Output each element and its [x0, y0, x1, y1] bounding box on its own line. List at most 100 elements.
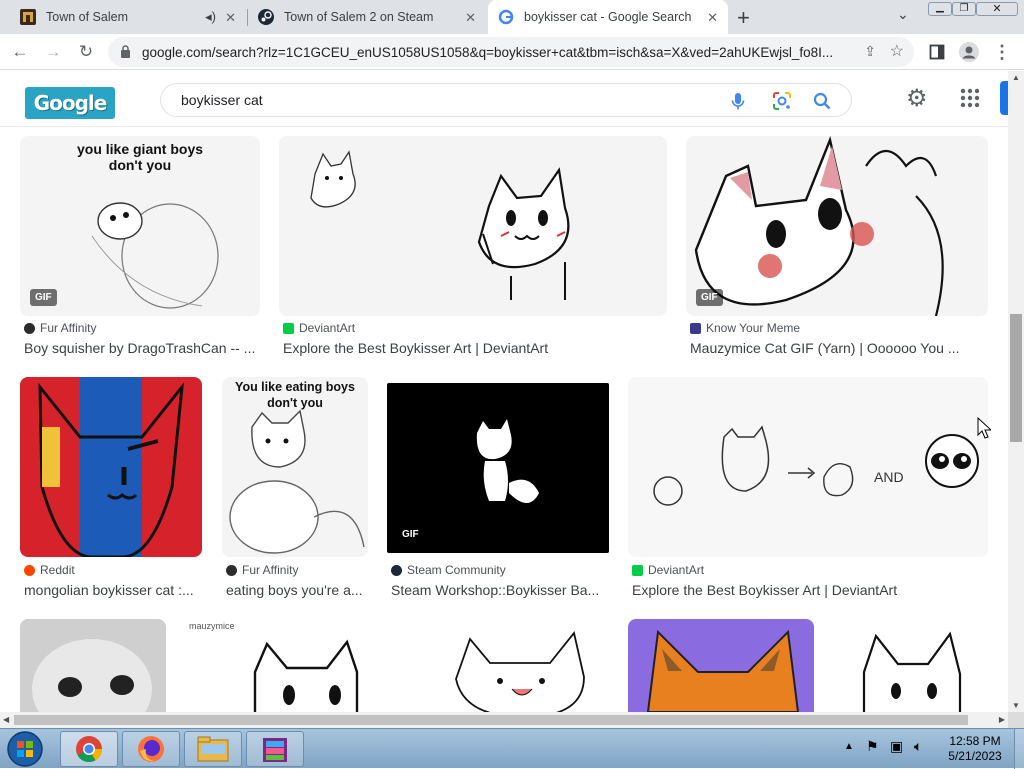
- share-icon[interactable]: ⇪: [864, 43, 876, 60]
- google-favicon: [498, 9, 514, 25]
- result-source[interactable]: Know Your Meme: [690, 321, 800, 335]
- mouse-cursor-icon: [977, 417, 991, 439]
- result-image[interactable]: GIF: [387, 383, 609, 553]
- result-image[interactable]: you like giant boys don't you GIF: [20, 136, 260, 316]
- search-icon[interactable]: [811, 90, 833, 112]
- result-image[interactable]: [834, 619, 988, 712]
- gif-badge: GIF: [30, 289, 57, 306]
- action-center-flag-icon[interactable]: ⚑: [866, 738, 879, 755]
- taskbar-chrome[interactable]: [60, 731, 118, 767]
- steam-icon: [391, 564, 402, 576]
- show-desktop-button[interactable]: [1014, 729, 1024, 769]
- tab-steam[interactable]: Town of Salem 2 on Steam ✕: [248, 0, 486, 34]
- cat-drawing: [455, 630, 585, 712]
- bookmark-star-icon[interactable]: ☆: [890, 41, 904, 61]
- volume-icon[interactable]: 🔈︎: [914, 738, 922, 755]
- scroll-up-arrow-icon[interactable]: ▲: [1012, 73, 1020, 82]
- result-source[interactable]: DeviantArt: [283, 321, 355, 335]
- new-tab-button[interactable]: +: [737, 5, 750, 31]
- taskbar-app[interactable]: [246, 731, 304, 767]
- forward-icon[interactable]: →: [42, 41, 64, 63]
- google-header: Google boykisser cat ⚙: [0, 71, 1008, 127]
- result-image[interactable]: AND: [628, 377, 988, 557]
- scroll-right-arrow-icon[interactable]: ▶: [999, 715, 1005, 724]
- windows-start-orb-icon[interactable]: [6, 730, 44, 768]
- tab-town-of-salem[interactable]: Town of Salem ◂) ✕: [10, 0, 246, 34]
- comic-drawing: [653, 425, 979, 506]
- result-title[interactable]: Steam Workshop::Boykisser Ba...: [391, 582, 607, 598]
- result-title[interactable]: Explore the Best Boykisser Art | Deviant…: [632, 582, 986, 598]
- google-lens-icon[interactable]: [771, 90, 793, 112]
- reload-icon[interactable]: ↻: [75, 41, 97, 63]
- steam-favicon: [258, 9, 274, 25]
- result-image[interactable]: [20, 619, 166, 712]
- result-source[interactable]: Reddit: [24, 563, 75, 577]
- result-source[interactable]: Steam Community: [391, 563, 506, 577]
- taskbar-firefox[interactable]: [122, 731, 180, 767]
- cat-drawing: [862, 631, 962, 712]
- scrollbar-corner: [1008, 712, 1024, 728]
- result-image[interactable]: GIF: [686, 136, 988, 316]
- browser-toolbar: ← → ↻ google.com/search?rlz=1C1GCEU_enUS…: [0, 34, 1024, 70]
- network-icon[interactable]: ▣: [890, 738, 903, 755]
- tab-google-search[interactable]: boykisser cat - Google Search ✕: [488, 0, 728, 34]
- google-doodle-logo[interactable]: Google: [25, 87, 115, 119]
- result-source[interactable]: Fur Affinity: [226, 563, 298, 577]
- url-text: google.com/search?rlz=1C1GCEU_enUS1058US…: [142, 44, 834, 60]
- result-image[interactable]: You like eating boys don't you: [222, 377, 368, 557]
- tab-strip: Town of Salem ◂) ✕ Town of Salem 2 on St…: [0, 0, 1024, 34]
- scroll-down-arrow-icon[interactable]: ▼: [1012, 701, 1020, 710]
- sign-in-button-edge[interactable]: [1000, 81, 1008, 115]
- window-close-button[interactable]: ✕: [976, 2, 1018, 16]
- clock-date: 5/21/2023: [948, 749, 1002, 763]
- close-icon[interactable]: ✕: [707, 10, 718, 26]
- plush-cat-photo: [32, 639, 152, 712]
- minimize-button[interactable]: ▁: [928, 2, 952, 16]
- taskbar-file-explorer[interactable]: [184, 731, 242, 767]
- cat-drawing: [253, 639, 359, 712]
- address-bar[interactable]: google.com/search?rlz=1C1GCEU_enUS1058US…: [108, 37, 914, 67]
- search-input[interactable]: boykisser cat: [160, 83, 852, 117]
- horizontal-scroll-thumb[interactable]: [14, 715, 968, 725]
- image-caption: mauzymice: [189, 621, 235, 631]
- tab-title: Town of Salem 2 on Steam: [284, 10, 434, 24]
- speaker-icon[interactable]: ◂): [205, 9, 216, 25]
- result-title[interactable]: Mauzymice Cat GIF (Yarn) | Oooooo You ..…: [690, 340, 986, 356]
- restore-button[interactable]: ❐: [952, 2, 976, 16]
- result-image[interactable]: [628, 619, 814, 712]
- tab-search-icon[interactable]: ⌄: [897, 6, 909, 23]
- google-apps-icon[interactable]: [960, 88, 980, 108]
- result-title[interactable]: Boy squisher by DragoTrashCan -- ...: [24, 340, 260, 356]
- vertical-scroll-thumb[interactable]: [1010, 314, 1022, 442]
- side-panel-icon[interactable]: [926, 41, 948, 63]
- result-source[interactable]: DeviantArt: [632, 563, 704, 577]
- lock-icon: [121, 45, 130, 58]
- result-image[interactable]: [20, 377, 202, 557]
- cat-drawing: [310, 150, 570, 300]
- settings-gear-icon[interactable]: ⚙: [906, 84, 928, 113]
- fur-affinity-icon: [226, 564, 237, 576]
- know-your-meme-icon: [690, 322, 701, 334]
- profile-avatar-icon[interactable]: [958, 41, 980, 63]
- result-title[interactable]: eating boys you're a...: [226, 582, 366, 598]
- microphone-icon[interactable]: [727, 90, 749, 112]
- back-icon[interactable]: ←: [9, 41, 31, 63]
- result-image[interactable]: mauzymice: [185, 619, 427, 712]
- result-title[interactable]: mongolian boykisser cat :...: [24, 582, 202, 598]
- result-image[interactable]: [446, 619, 608, 712]
- tab-title: Town of Salem: [46, 10, 128, 24]
- menu-kebab-icon[interactable]: ⋮: [991, 41, 1013, 63]
- image-caption: AND: [874, 469, 904, 485]
- result-title[interactable]: Explore the Best Boykisser Art | Deviant…: [283, 340, 663, 356]
- deviantart-icon: [632, 564, 643, 576]
- close-icon[interactable]: ✕: [225, 10, 236, 26]
- result-image[interactable]: [279, 136, 667, 316]
- windows-taskbar: ▲ ⚑ ▣ 🔈︎ 12:58 PM 5/21/2023: [0, 728, 1024, 769]
- scroll-left-arrow-icon[interactable]: ◀: [3, 715, 9, 724]
- close-icon[interactable]: ✕: [465, 10, 476, 26]
- show-hidden-icons-icon[interactable]: ▲: [844, 741, 854, 752]
- result-source[interactable]: Fur Affinity: [24, 321, 96, 335]
- folder-icon: [197, 736, 229, 762]
- system-clock[interactable]: 12:58 PM 5/21/2023: [936, 734, 1014, 764]
- image-caption: You like eating boys don't you: [235, 380, 355, 410]
